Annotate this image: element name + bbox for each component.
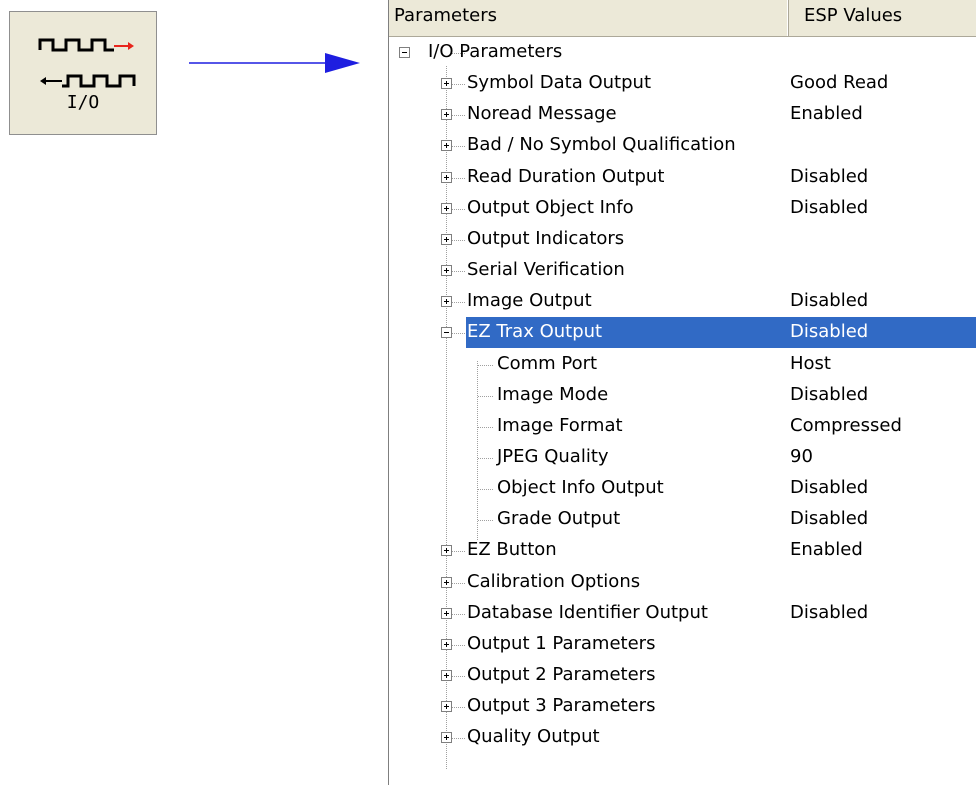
tree-item-output-3-parameters-expand-icon[interactable]	[441, 701, 452, 712]
tree-item-output-indicators[interactable]: Output Indicators	[389, 224, 976, 255]
tree-item-read-duration-output-value[interactable]: Disabled	[790, 166, 868, 188]
tree-subitem-grade-output[interactable]: Grade Output Disabled	[389, 504, 976, 535]
io-button[interactable]: I/O	[9, 11, 157, 135]
tree-item-bad-no-symbol-qualification-label[interactable]: Bad / No Symbol Qualification	[465, 134, 738, 156]
header-esp-values[interactable]: ESP Values	[789, 0, 976, 36]
tree-root-label[interactable]: I/O Parameters	[426, 41, 564, 63]
tree-item-output-1-parameters-expand-icon[interactable]	[441, 639, 452, 650]
tree-item-database-identifier-output-value[interactable]: Disabled	[790, 602, 868, 624]
column-header: Parameters ESP Values	[389, 0, 976, 37]
tree-subitem-jpeg-quality-value[interactable]: 90	[790, 446, 813, 468]
tree-item-output-object-info[interactable]: Output Object Info Disabled	[389, 193, 976, 224]
tree-item-output-1-parameters[interactable]: Output 1 Parameters	[389, 629, 976, 660]
tree-item-ez-button-expand-icon[interactable]	[441, 545, 452, 556]
tree-item-serial-verification-expand-icon[interactable]	[441, 265, 452, 276]
tree-item-noread-message-label[interactable]: Noread Message	[465, 103, 619, 125]
tree-item-bad-no-symbol-qualification[interactable]: Bad / No Symbol Qualification	[389, 130, 976, 161]
tree-item-output-object-info-label[interactable]: Output Object Info	[465, 197, 636, 219]
tree-subitem-comm-port-value[interactable]: Host	[790, 353, 831, 375]
tree-item-image-output-value[interactable]: Disabled	[790, 290, 868, 312]
tree-item-ez-trax-output-value[interactable]: Disabled	[790, 321, 868, 343]
tree-item-output-indicators-label[interactable]: Output Indicators	[465, 228, 626, 250]
tree-item-calibration-options[interactable]: Calibration Options	[389, 567, 976, 598]
tree-item-ez-trax-output[interactable]: EZ Trax Output Disabled	[389, 317, 976, 348]
io-button-label: I/O	[66, 92, 100, 113]
tree-item-symbol-data-output-value[interactable]: Good Read	[790, 72, 888, 94]
tree-item-quality-output-label[interactable]: Quality Output	[465, 726, 602, 748]
tree-item-database-identifier-output-label[interactable]: Database Identifier Output	[465, 602, 710, 624]
pointer-arrow-icon	[189, 53, 360, 73]
tree-subitem-image-mode-label[interactable]: Image Mode	[495, 384, 610, 406]
tree-subitem-object-info-output-value[interactable]: Disabled	[790, 477, 868, 499]
tree-subitem-comm-port-label[interactable]: Comm Port	[495, 353, 599, 375]
tree-item-output-object-info-expand-icon[interactable]	[441, 203, 452, 214]
tree-item-symbol-data-output-label[interactable]: Symbol Data Output	[465, 72, 653, 94]
tree-item-output-indicators-expand-icon[interactable]	[441, 234, 452, 245]
tree-item-calibration-options-label[interactable]: Calibration Options	[465, 571, 642, 593]
tree-root[interactable]: I/O Parameters	[389, 37, 976, 68]
tree-item-noread-message[interactable]: Noread Message Enabled	[389, 99, 976, 130]
tree-item-output-1-parameters-label[interactable]: Output 1 Parameters	[465, 633, 657, 655]
tree-subitem-image-format-value[interactable]: Compressed	[790, 415, 902, 437]
tree-item-serial-verification[interactable]: Serial Verification	[389, 255, 976, 286]
tree-item-database-identifier-output-expand-icon[interactable]	[441, 608, 452, 619]
tree-item-calibration-options-expand-icon[interactable]	[441, 577, 452, 588]
tree-subitem-grade-output-label[interactable]: Grade Output	[495, 508, 622, 530]
tree-subitem-grade-output-value[interactable]: Disabled	[790, 508, 868, 530]
tree-item-bad-no-symbol-qualification-expand-icon[interactable]	[441, 140, 452, 151]
parameters-tree-panel: Parameters ESP Values I/O Parameters Symb…	[388, 0, 976, 785]
tree-item-ez-button-label[interactable]: EZ Button	[465, 539, 559, 561]
tree-item-image-output-label[interactable]: Image Output	[465, 290, 594, 312]
tree-item-noread-message-value[interactable]: Enabled	[790, 103, 863, 125]
tree-subitem-image-format-label[interactable]: Image Format	[495, 415, 625, 437]
tree-item-quality-output-expand-icon[interactable]	[441, 732, 452, 743]
tree-item-image-output-expand-icon[interactable]	[441, 296, 452, 307]
tree-subitem-image-mode[interactable]: Image Mode Disabled	[389, 380, 976, 411]
tree-item-output-3-parameters-label[interactable]: Output 3 Parameters	[465, 695, 657, 717]
tree-item-output-2-parameters-label[interactable]: Output 2 Parameters	[465, 664, 657, 686]
tree-subitem-image-mode-value[interactable]: Disabled	[790, 384, 868, 406]
tree-item-symbol-data-output[interactable]: Symbol Data Output Good Read	[389, 68, 976, 99]
tree-item-read-duration-output[interactable]: Read Duration Output Disabled	[389, 162, 976, 193]
tree-item-image-output[interactable]: Image Output Disabled	[389, 286, 976, 317]
tree-item-output-3-parameters[interactable]: Output 3 Parameters	[389, 691, 976, 722]
tree-subitem-jpeg-quality[interactable]: JPEG Quality 90	[389, 442, 976, 473]
tree-subitem-jpeg-quality-label[interactable]: JPEG Quality	[495, 446, 611, 468]
tree-item-read-duration-output-label[interactable]: Read Duration Output	[465, 166, 666, 188]
tree-item-read-duration-output-expand-icon[interactable]	[441, 172, 452, 183]
tree-root-collapse-icon[interactable]	[399, 47, 410, 58]
tree-item-ez-button-value[interactable]: Enabled	[790, 539, 863, 561]
tree-subitem-comm-port[interactable]: Comm Port Host	[389, 349, 976, 380]
tree-item-quality-output[interactable]: Quality Output	[389, 722, 976, 753]
tree-subitem-object-info-output[interactable]: Object Info Output Disabled	[389, 473, 976, 504]
header-parameters[interactable]: Parameters	[389, 0, 789, 36]
tree-item-noread-message-expand-icon[interactable]	[441, 109, 452, 120]
tree-item-ez-trax-output-label[interactable]: EZ Trax Output	[465, 321, 604, 343]
tree-item-ez-trax-output-collapse-icon[interactable]	[441, 327, 452, 338]
tree-subitem-image-format[interactable]: Image Format Compressed	[389, 411, 976, 442]
tree-subitem-object-info-output-label[interactable]: Object Info Output	[495, 477, 666, 499]
tree-item-output-2-parameters-expand-icon[interactable]	[441, 670, 452, 681]
tree-item-database-identifier-output[interactable]: Database Identifier Output Disabled	[389, 598, 976, 629]
tree-item-output-2-parameters[interactable]: Output 2 Parameters	[389, 660, 976, 691]
tree-item-output-object-info-value[interactable]: Disabled	[790, 197, 868, 219]
tree-item-symbol-data-output-expand-icon[interactable]	[441, 78, 452, 89]
io-signal-icon	[38, 38, 136, 88]
tree-item-serial-verification-label[interactable]: Serial Verification	[465, 259, 627, 281]
tree-item-ez-button[interactable]: EZ Button Enabled	[389, 535, 976, 566]
